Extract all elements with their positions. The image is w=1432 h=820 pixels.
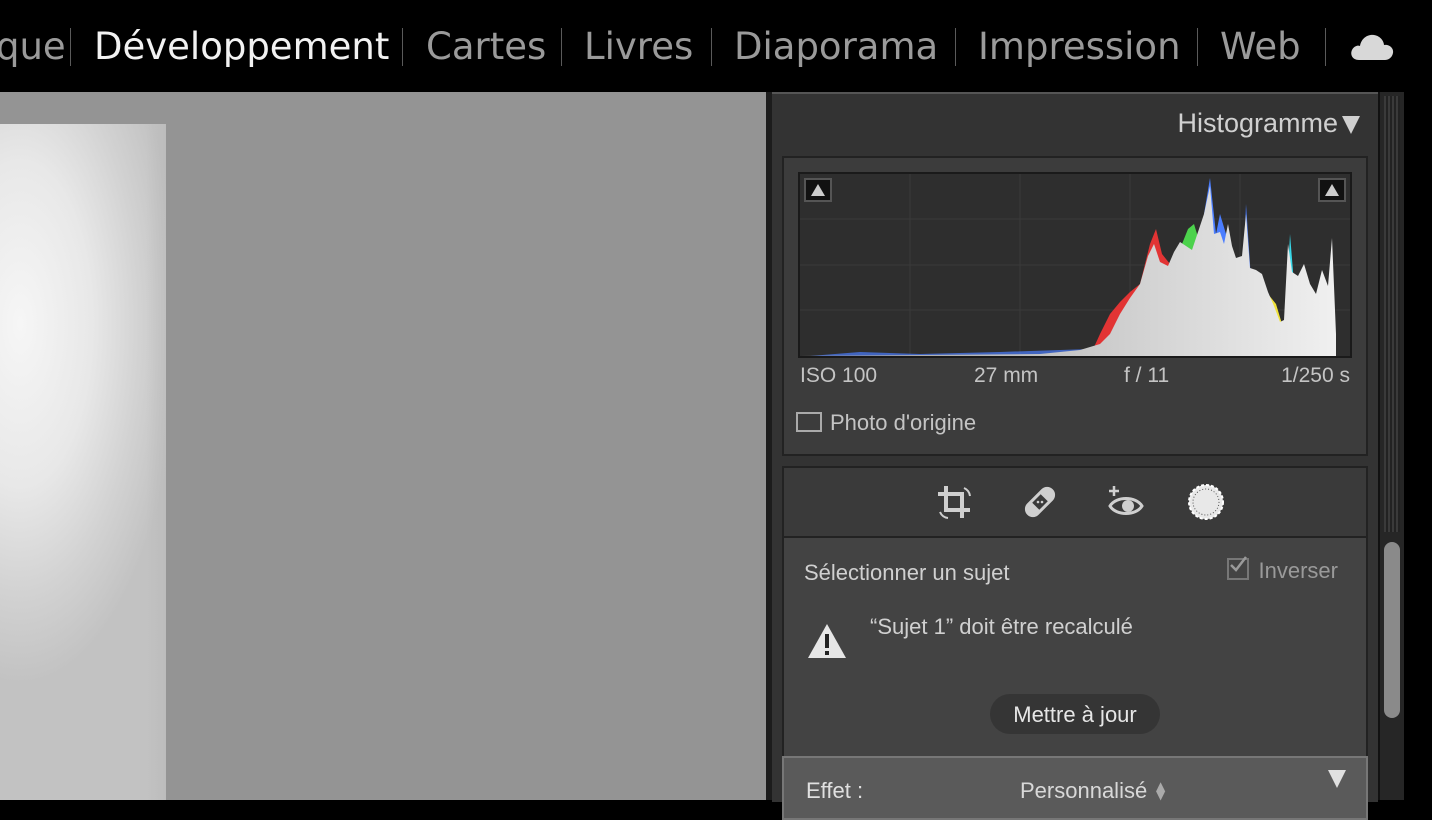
warning-icon [806, 622, 848, 664]
window-edge [1404, 92, 1432, 800]
focal-length-value: 27 mm [974, 364, 1039, 387]
invert-label: Inverser [1258, 558, 1338, 583]
stepper-arrows-icon[interactable]: ▲ ▼ [1156, 780, 1165, 801]
exif-info: ISO 100 27 mm f / 11 1/250 s [800, 364, 1350, 394]
module-picker: que Développement Cartes Livres Diaporam… [0, 0, 1432, 92]
tool-strip [782, 466, 1368, 536]
photo-image[interactable] [0, 124, 166, 800]
module-cartes[interactable]: Cartes [426, 22, 546, 72]
scrollbar-thumb[interactable] [1384, 542, 1400, 718]
collapse-triangle-icon[interactable] [1328, 770, 1346, 788]
module-developpement[interactable]: Développement [94, 22, 389, 72]
module-bibliotheque[interactable]: que [0, 22, 66, 72]
module-separator [1197, 28, 1198, 66]
iso-value: ISO 100 [800, 364, 878, 387]
module-separator [1325, 28, 1326, 66]
invert-toggle[interactable]: Inverser [1226, 556, 1338, 584]
right-panel: Histogramme ISO 100 27 mm f / 11 1/250 s… [772, 92, 1378, 820]
mask-panel: Sélectionner un sujet Inverser “Sujet 1”… [782, 536, 1368, 758]
module-separator [711, 28, 712, 66]
original-photo-checkbox[interactable] [796, 412, 822, 433]
histogram-panel: ISO 100 27 mm f / 11 1/250 s Photo d'ori… [782, 156, 1368, 456]
effect-row: Effet : Personnalisé ▲ ▼ [782, 756, 1368, 820]
red-eye-icon[interactable] [1106, 482, 1146, 522]
select-subject-label: Sélectionner un sujet [804, 560, 1010, 585]
cloud-icon[interactable] [1349, 30, 1395, 66]
aperture-value: f / 11 [1124, 364, 1170, 387]
recalculate-warning: “Sujet 1” doit être recalculé [870, 614, 1133, 639]
crop-icon[interactable] [934, 482, 974, 522]
module-impression[interactable]: Impression [978, 22, 1181, 72]
histogram-title[interactable]: Histogramme [1177, 108, 1338, 139]
panel-scrollbar[interactable] [1378, 92, 1404, 800]
original-photo-toggle[interactable]: Photo d'origine [796, 410, 976, 436]
collapse-triangle-icon[interactable] [1342, 116, 1360, 134]
module-livres[interactable]: Livres [584, 22, 693, 72]
module-diaporama[interactable]: Diaporama [734, 22, 938, 72]
scrollbar-grip [1384, 96, 1400, 532]
effect-label: Effet : [806, 778, 864, 803]
healing-icon[interactable] [1020, 482, 1060, 522]
highlight-clipping-button[interactable] [1318, 178, 1346, 202]
module-separator [70, 28, 71, 66]
module-separator [402, 28, 403, 66]
module-separator [561, 28, 562, 66]
module-web[interactable]: Web [1220, 22, 1301, 72]
update-button[interactable]: Mettre à jour [990, 694, 1160, 734]
shadow-clipping-button[interactable] [804, 178, 832, 202]
effect-preset-select[interactable]: Personnalisé [1020, 778, 1147, 804]
histogram-graph[interactable] [798, 172, 1352, 358]
invert-checkbox[interactable] [1226, 556, 1249, 581]
shutter-speed-value: 1/250 s [1281, 364, 1350, 387]
module-separator [955, 28, 956, 66]
original-photo-label: Photo d'origine [830, 410, 977, 435]
histogram-luminance [800, 186, 1336, 356]
photo-canvas[interactable] [0, 92, 766, 800]
masking-icon[interactable] [1186, 482, 1226, 522]
